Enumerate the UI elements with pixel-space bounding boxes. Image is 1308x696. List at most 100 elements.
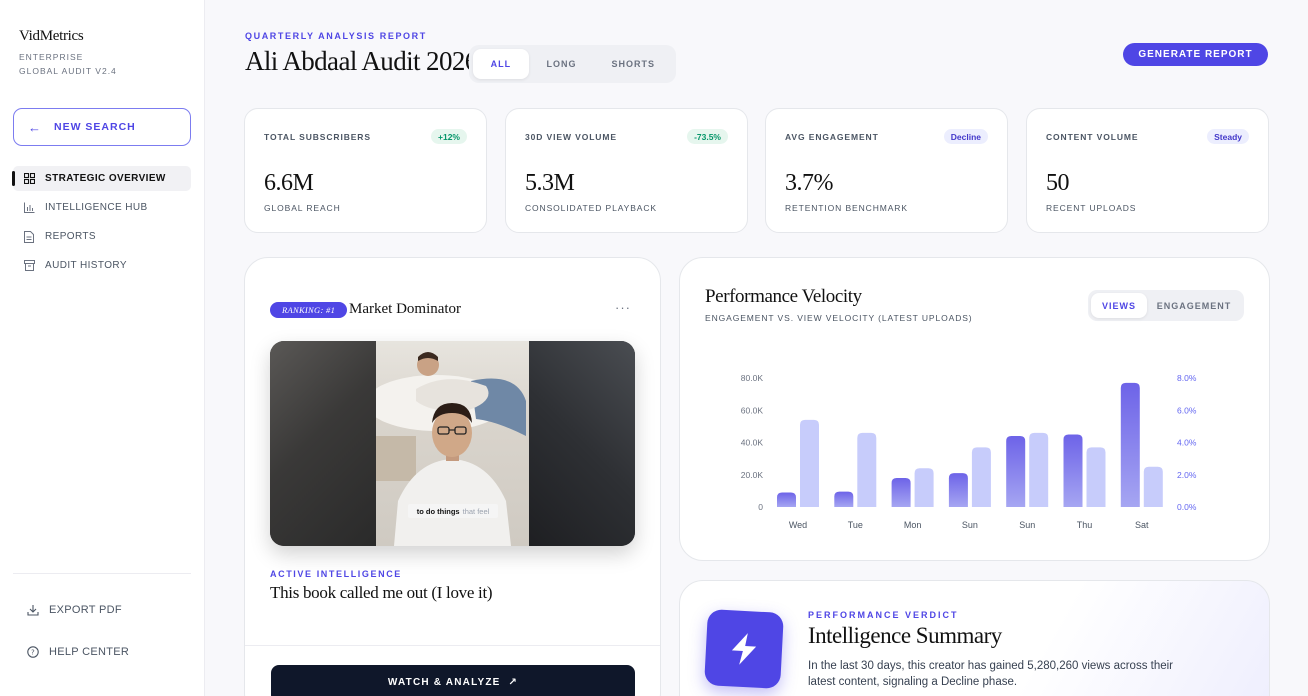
report-eyebrow: QUARTERLY ANALYSIS REPORT	[245, 31, 427, 41]
status-badge: Steady	[1207, 129, 1249, 144]
stat-sub: RECENT UPLOADS	[1046, 203, 1137, 213]
performance-velocity-card: Performance Velocity ENGAGEMENT VS. VIEW…	[679, 257, 1270, 561]
help-circle-icon: ?	[27, 646, 39, 658]
views-bar	[1063, 434, 1083, 507]
x-axis-tick: Wed	[789, 520, 807, 530]
document-icon	[23, 230, 35, 243]
arrow-left-icon: ←	[28, 119, 42, 135]
verdict-text: In the last 30 days, this creator has ga…	[808, 660, 1174, 688]
engagement-bar	[800, 419, 819, 507]
verdict-eyebrow: PERFORMANCE VERDICT	[808, 610, 959, 620]
sidebar-item-label: REPORTS	[45, 231, 96, 242]
sidebar-item-label: AUDIT HISTORY	[45, 260, 127, 271]
stat-label: AVG ENGAGEMENT	[785, 132, 879, 142]
filter-all-tab[interactable]: ALL	[473, 49, 529, 79]
x-axis-tick: Mon	[904, 520, 922, 530]
stat-sub: RETENTION BENCHMARK	[785, 203, 908, 213]
y-axis-right-tick: 2.0%	[1177, 470, 1197, 480]
brand: VidMetrics ENTERPRISE GLOBAL AUDIT V2.4	[19, 28, 117, 78]
engagement-bar	[914, 468, 934, 507]
engagement-bar	[1143, 466, 1163, 507]
sidebar-item-intelligence-hub[interactable]: INTELLIGENCE HUB	[13, 195, 191, 220]
sidebar-item-label: INTELLIGENCE HUB	[45, 202, 148, 213]
stat-label: 30D VIEW VOLUME	[525, 132, 617, 142]
y-axis-left-tick: 80.0K	[741, 373, 764, 383]
x-axis-tick: Thu	[1077, 520, 1093, 530]
export-pdf-button[interactable]: EXPORT PDF	[27, 604, 122, 616]
help-center-label: HELP CENTER	[49, 646, 130, 658]
sidebar-item-label: STRATEGIC OVERVIEW	[45, 173, 166, 184]
market-dominator-card: RANKING: #1 Market Dominator ··· to do t…	[244, 257, 661, 696]
brand-name[interactable]: VidMetrics	[19, 28, 117, 45]
stat-label: TOTAL SUBSCRIBERS	[264, 132, 371, 142]
stat-card-subscribers: TOTAL SUBSCRIBERS +12% 6.6M GLOBAL REACH	[244, 108, 487, 233]
verdict-title: Intelligence Summary	[808, 623, 1002, 648]
help-center-button[interactable]: ? HELP CENTER	[27, 646, 129, 658]
dominator-title: Market Dominator	[349, 301, 462, 317]
views-bar	[891, 477, 911, 507]
stat-label: CONTENT VOLUME	[1046, 132, 1139, 142]
watch-analyze-button[interactable]: WATCH & ANALYZE ↗	[271, 665, 635, 696]
brand-tier: ENTERPRISE	[19, 52, 84, 62]
views-bar	[777, 492, 796, 507]
velocity-bar-chart: 0 20.0K 40.0K 60.0K 80.0K 0.0% 2.0% 4.0% 6.0% 8.0…	[741, 373, 1197, 530]
more-options-icon[interactable]: ···	[615, 300, 631, 315]
sidebar: VidMetrics ENTERPRISE GLOBAL AUDIT V2.4 …	[0, 0, 205, 696]
card-divider	[245, 645, 660, 646]
caption-dim-text: that feel	[462, 506, 490, 516]
y-axis-left-tick: 0	[758, 502, 763, 512]
views-bar	[834, 491, 854, 507]
engagement-bar	[1086, 447, 1106, 507]
svg-text:?: ?	[31, 649, 35, 657]
y-axis-right-tick: 8.0%	[1177, 373, 1197, 383]
views-bar	[1006, 436, 1026, 507]
new-search-label: NEW SEARCH	[54, 121, 136, 133]
y-axis-right-tick: 4.0%	[1177, 438, 1197, 448]
engagement-bar	[971, 447, 991, 507]
stat-sub: GLOBAL REACH	[264, 203, 341, 213]
x-axis-tick: Sat	[1135, 520, 1149, 530]
watch-analyze-label: WATCH & ANALYZE	[387, 677, 501, 688]
status-badge: +12%	[431, 129, 467, 144]
grid-icon	[23, 173, 35, 185]
stat-value: 3.7%	[785, 170, 834, 196]
download-icon	[27, 604, 39, 616]
active-intelligence-label: ACTIVE INTELLIGENCE	[270, 569, 402, 579]
export-pdf-label: EXPORT PDF	[49, 604, 122, 616]
video-thumbnail[interactable]: to do things that feel	[270, 341, 635, 546]
archive-icon	[23, 260, 35, 272]
video-title[interactable]: This book called me out (I love it)	[270, 583, 493, 603]
engagement-bar	[857, 432, 877, 507]
stat-sub: CONSOLIDATED PLAYBACK	[525, 203, 657, 213]
stat-card-engagement: AVG ENGAGEMENT Decline 3.7% RETENTION BE…	[765, 108, 1008, 233]
y-axis-right-tick: 0.0%	[1177, 502, 1197, 512]
y-axis-left-tick: 40.0K	[741, 438, 764, 448]
sidebar-item-reports[interactable]: REPORTS	[13, 224, 191, 249]
stat-value: 50	[1046, 170, 1070, 196]
engagement-bar	[1029, 432, 1049, 507]
thumbnail-caption: to do things that feel	[408, 504, 498, 518]
y-axis-right-tick: 6.0%	[1177, 405, 1197, 415]
filter-shorts-tab[interactable]: SHORTS	[594, 49, 672, 79]
bar-chart-icon	[23, 202, 35, 214]
brand-version: GLOBAL AUDIT V2.4	[19, 66, 117, 76]
stat-card-content-volume: CONTENT VOLUME Steady 50 RECENT UPLOADS	[1026, 108, 1269, 233]
sidebar-item-audit-history[interactable]: AUDIT HISTORY	[13, 253, 191, 278]
views-bar	[1120, 382, 1140, 507]
external-arrow-icon: ↗	[508, 677, 519, 688]
status-badge: Decline	[943, 129, 988, 144]
stat-card-view-volume: 30D VIEW VOLUME -73.5% 5.3M CONSOLIDATED…	[505, 108, 748, 233]
filter-long-tab[interactable]: LONG	[529, 49, 595, 79]
sidebar-item-strategic-overview[interactable]: STRATEGIC OVERVIEW	[12, 166, 191, 191]
y-axis-left-tick: 20.0K	[741, 470, 764, 480]
views-bar	[948, 473, 968, 507]
status-badge: -73.5%	[687, 129, 728, 144]
lightning-icon	[704, 609, 784, 689]
ranking-badge: RANKING: #1	[270, 302, 348, 318]
x-axis-tick: Tue	[848, 520, 863, 530]
stat-value: 5.3M	[525, 170, 575, 196]
new-search-button[interactable]: ← NEW SEARCH	[13, 108, 191, 146]
generate-report-button[interactable]: GENERATE REPORT	[1123, 43, 1268, 66]
x-axis-tick: Sun	[1019, 520, 1035, 530]
stat-value: 6.6M	[264, 170, 314, 196]
